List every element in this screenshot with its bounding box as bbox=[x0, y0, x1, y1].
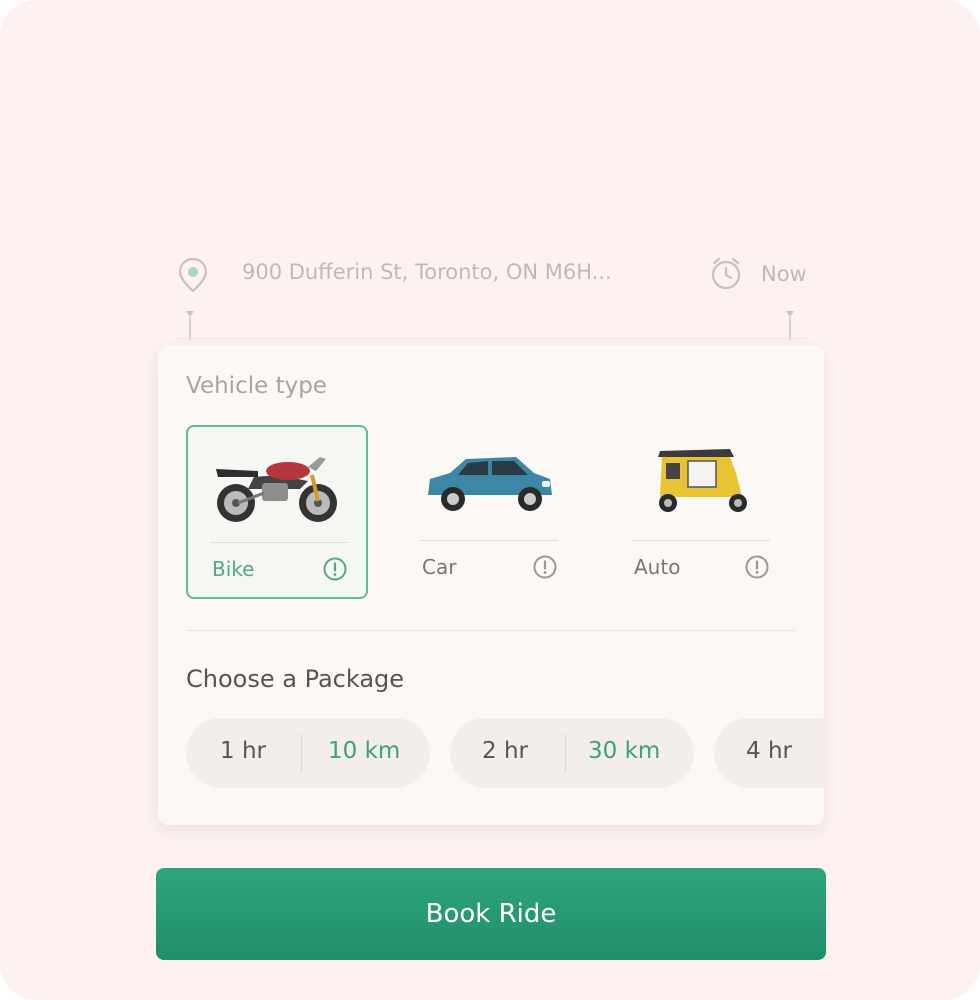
vehicle-type-heading: Vehicle type bbox=[186, 373, 327, 399]
info-icon[interactable] bbox=[745, 555, 769, 579]
vehicle-option-car[interactable]: Car bbox=[398, 425, 580, 599]
package-divider bbox=[565, 734, 566, 772]
package-option-2hr[interactable]: 2 hr 30 km bbox=[450, 718, 694, 788]
pickup-address[interactable]: 900 Dufferin St, Toronto, ON M6H... bbox=[242, 260, 612, 284]
vehicle-option-auto[interactable]: Auto bbox=[610, 425, 792, 599]
section-divider bbox=[186, 630, 796, 631]
vehicle-divider bbox=[210, 542, 348, 543]
package-divider bbox=[301, 734, 302, 772]
info-icon[interactable] bbox=[323, 557, 347, 581]
vehicle-divider bbox=[420, 540, 558, 541]
info-icon[interactable] bbox=[533, 555, 557, 579]
package-option-1hr[interactable]: 1 hr 10 km bbox=[186, 718, 430, 788]
row-divider bbox=[176, 338, 806, 339]
package-hours: 1 hr bbox=[220, 738, 266, 764]
options-card: Vehicle type Bike Car Auto Choose a Pack… bbox=[158, 345, 824, 825]
motorcycle-image bbox=[216, 457, 337, 522]
package-hours: 2 hr bbox=[482, 738, 528, 764]
booking-screen: 900 Dufferin St, Toronto, ON M6H... Now … bbox=[0, 0, 980, 1000]
pickup-row[interactable]: 900 Dufferin St, Toronto, ON M6H... Now bbox=[176, 252, 816, 300]
car-image bbox=[428, 457, 552, 511]
vehicle-label: Car bbox=[422, 555, 457, 579]
vehicle-option-bike[interactable]: Bike bbox=[186, 425, 368, 599]
auto-rickshaw-image bbox=[658, 449, 747, 512]
package-km: 30 km bbox=[588, 738, 661, 764]
book-ride-button[interactable]: Book Ride bbox=[156, 868, 826, 960]
vehicle-label: Auto bbox=[634, 555, 681, 579]
vehicle-divider bbox=[632, 540, 770, 541]
package-option-4hr[interactable]: 4 hr bbox=[714, 718, 824, 788]
package-hours: 4 hr bbox=[746, 738, 792, 764]
right-marker-icon bbox=[786, 311, 794, 340]
location-pin-icon bbox=[178, 257, 208, 293]
pickup-time[interactable]: Now bbox=[761, 262, 807, 286]
package-heading: Choose a Package bbox=[186, 665, 405, 693]
alarm-clock-icon[interactable] bbox=[709, 256, 743, 292]
vehicle-label: Bike bbox=[212, 557, 255, 581]
left-marker-icon bbox=[186, 311, 194, 340]
package-list: 1 hr 10 km 2 hr 30 km 4 hr bbox=[186, 718, 824, 788]
package-km: 10 km bbox=[328, 738, 401, 764]
